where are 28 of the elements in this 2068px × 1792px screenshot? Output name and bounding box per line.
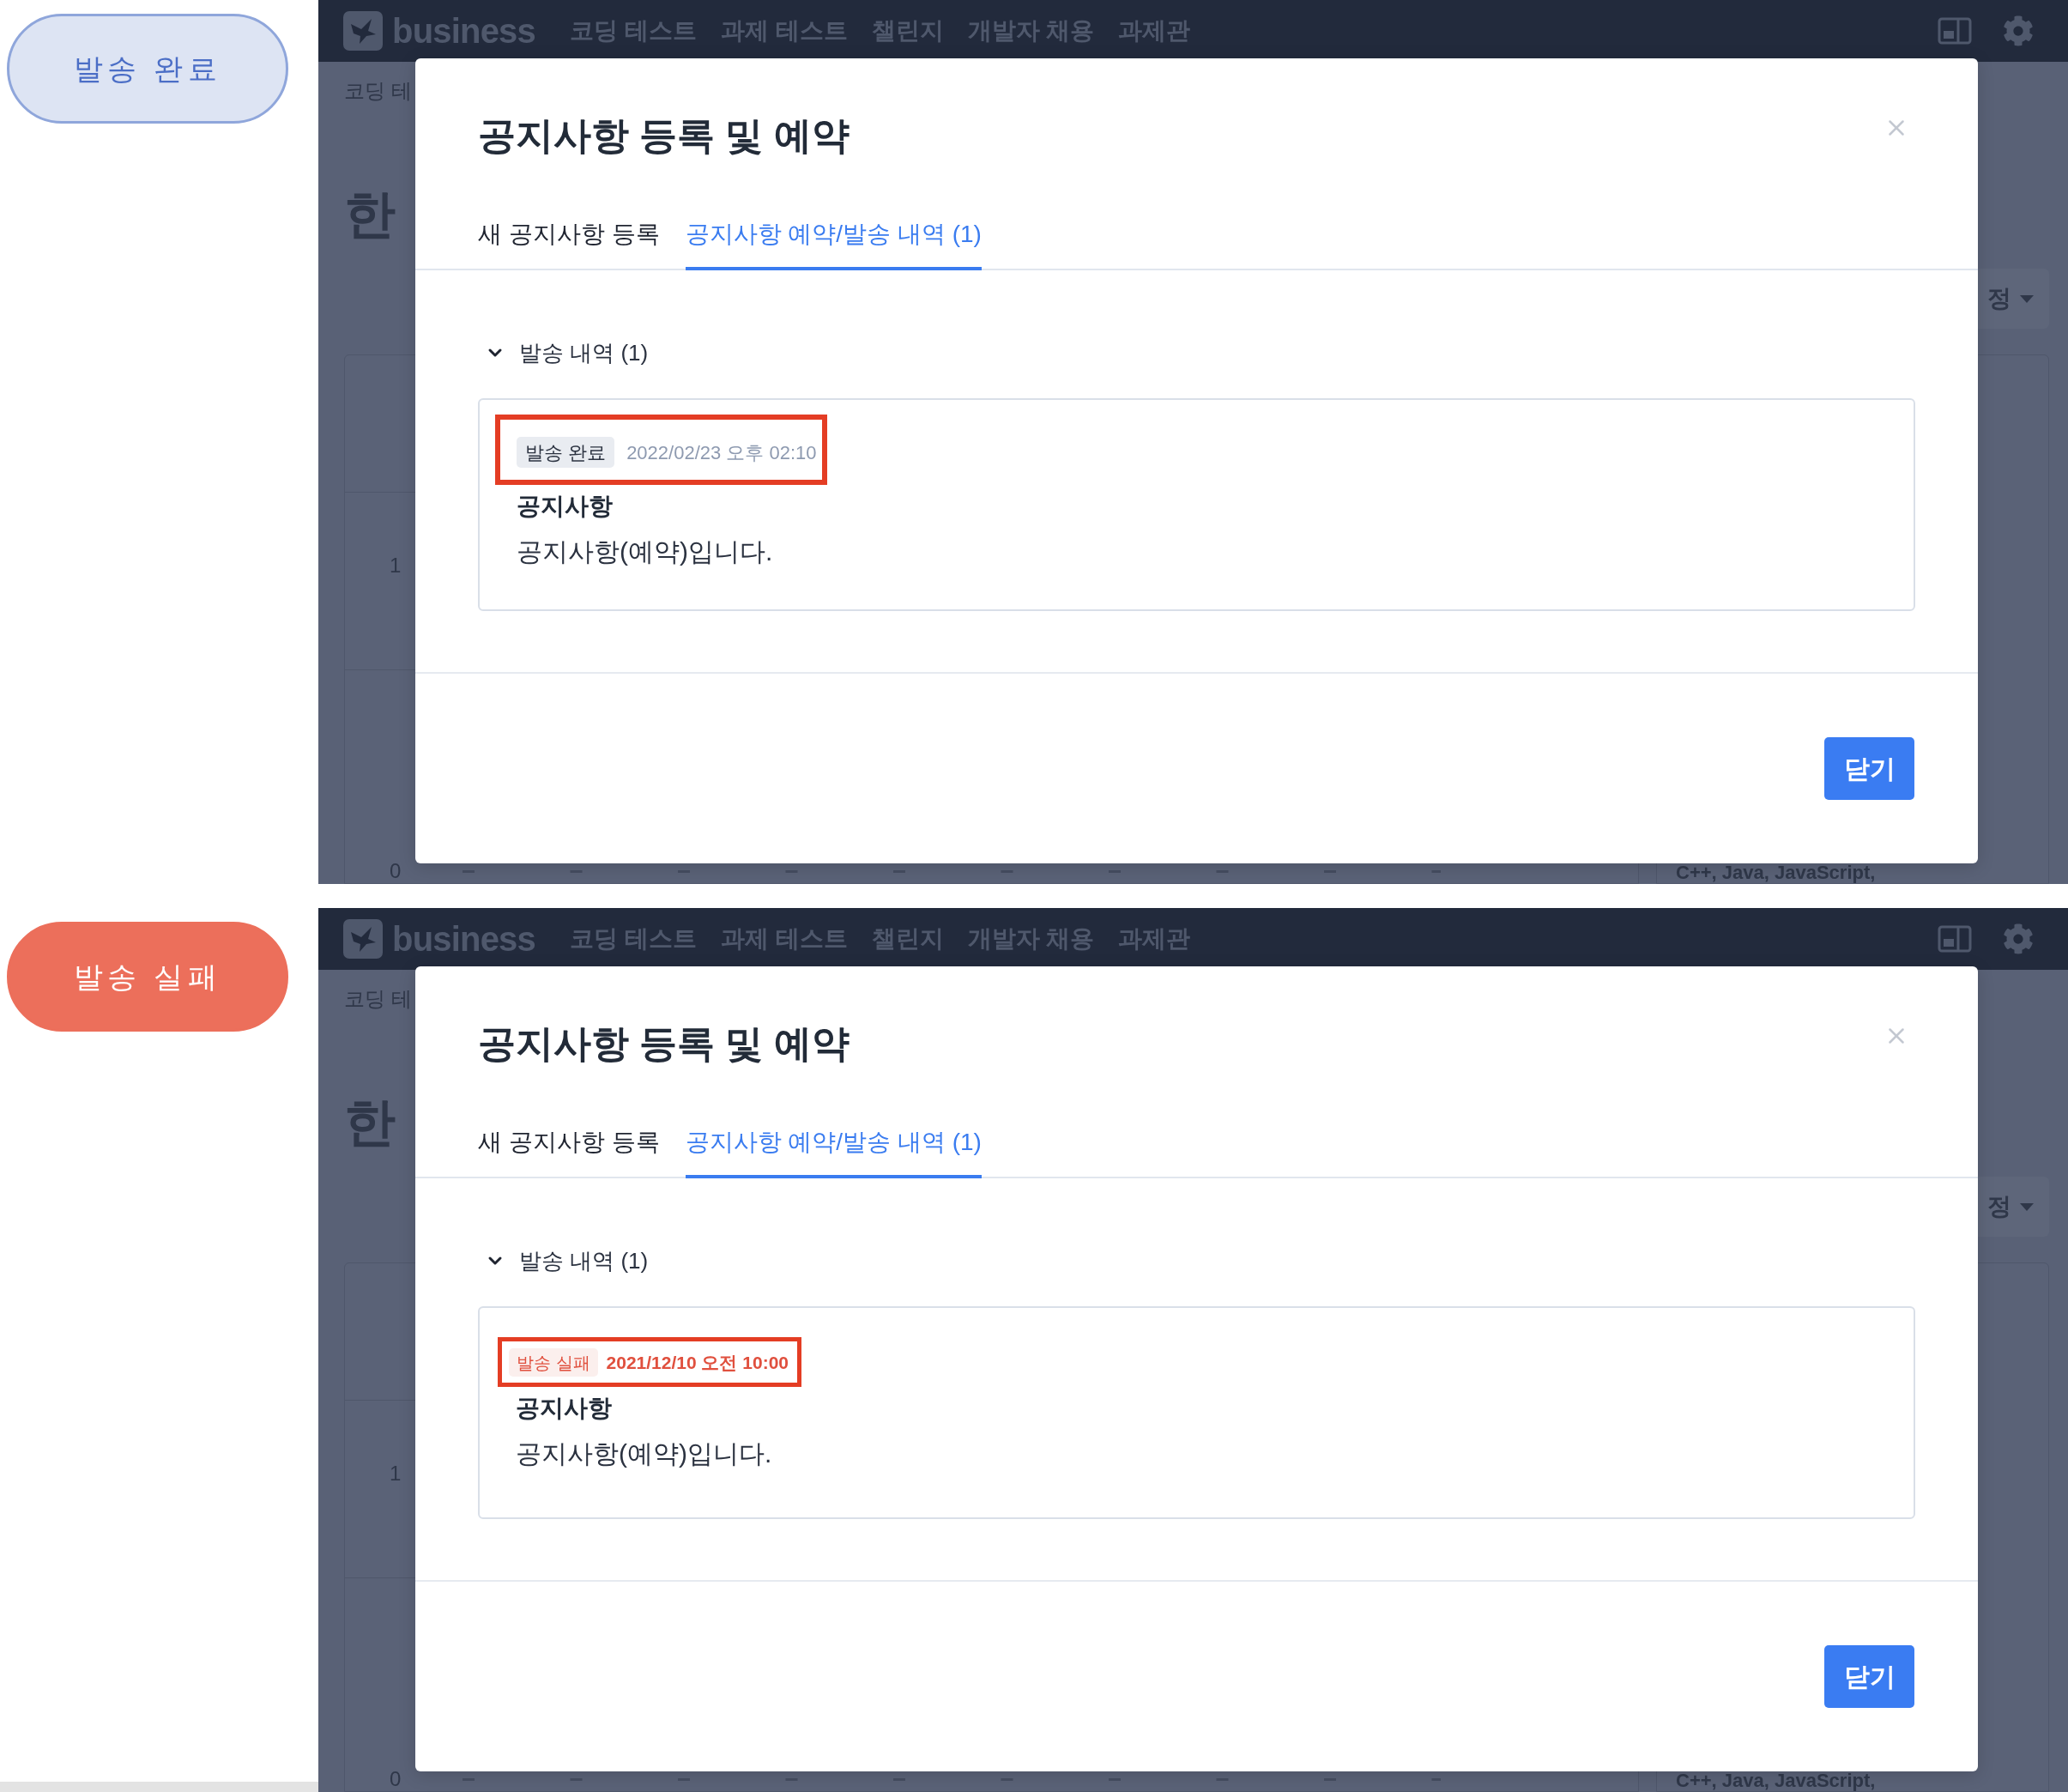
send-time: 2021/12/10 오전 10:00	[606, 1351, 789, 1374]
settings-icon[interactable]	[2003, 923, 2034, 954]
settings-icon[interactable]	[2003, 15, 2034, 46]
notice-title: 공지사항	[516, 492, 613, 521]
notice-title: 공지사항	[515, 1394, 612, 1423]
section-toggle[interactable]: 발송 내역 (1)	[478, 1247, 649, 1274]
bird-logo-icon[interactable]	[343, 919, 383, 959]
modal-title: 공지사항 등록 및 예약	[478, 1021, 850, 1066]
panel-icon[interactable]	[1938, 925, 1972, 953]
close-dialog-button[interactable]: 닫기	[1824, 1645, 1914, 1708]
bird-logo-icon[interactable]	[343, 11, 383, 51]
tab[interactable]: 새 공지사항 등록	[478, 1128, 660, 1178]
caret-down-icon	[2020, 294, 2034, 303]
tab[interactable]: 공지사항 예약/발송 내역 (1)	[685, 220, 982, 270]
section-toggle[interactable]: 발송 내역 (1)	[478, 339, 649, 366]
tab[interactable]: 공지사항 예약/발송 내역 (1)	[685, 1128, 982, 1178]
status-pill: 발송 완료	[7, 14, 288, 124]
modal-title: 공지사항 등록 및 예약	[478, 113, 850, 158]
panel-icon[interactable]	[1938, 17, 1972, 45]
status-tag: 발송 실패	[509, 1348, 598, 1377]
close-dialog-button[interactable]: 닫기	[1824, 737, 1914, 800]
send-time: 2022/02/23 오후 02:10	[626, 440, 817, 465]
notice-text: 공지사항(예약)입니다.	[516, 536, 773, 567]
status-pill: 발송 실패	[7, 922, 288, 1032]
tab[interactable]: 새 공지사항 등록	[478, 220, 660, 270]
caret-down-icon	[2020, 1202, 2034, 1211]
status-tag: 발송 완료	[517, 437, 615, 468]
notice-text: 공지사항(예약)입니다.	[515, 1438, 772, 1469]
